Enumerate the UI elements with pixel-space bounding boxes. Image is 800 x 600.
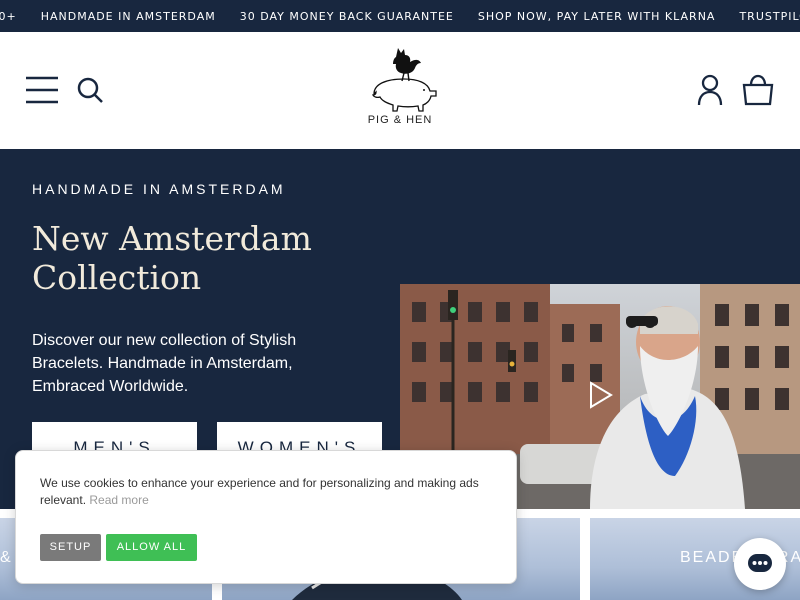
- hero-title: New Amsterdam Collection: [32, 219, 312, 297]
- cart-button[interactable]: [738, 70, 778, 110]
- search-button[interactable]: [72, 72, 108, 108]
- menu-icon: [26, 76, 58, 104]
- announcement-bar: S £40+ HANDMADE IN AMSTERDAM 30 DAY MONE…: [0, 0, 800, 32]
- cookie-setup-button[interactable]: SETUP: [40, 534, 101, 561]
- announcement-item: HANDMADE IN AMSTERDAM: [40, 9, 216, 23]
- chat-icon: [748, 554, 772, 572]
- cart-icon: [742, 74, 774, 106]
- read-more-link[interactable]: Read more: [89, 493, 148, 507]
- account-button[interactable]: [692, 70, 728, 110]
- announcement-item: S £40+: [0, 9, 17, 23]
- cookie-message: We use cookies to enhance your experienc…: [40, 475, 490, 509]
- site-header: PIG & HEN: [0, 32, 800, 149]
- announcement-item: SHOP NOW, PAY LATER WITH KLARNA: [477, 9, 716, 23]
- search-icon: [77, 77, 103, 103]
- cookie-allow-all-button[interactable]: ALLOW ALL: [106, 534, 197, 561]
- announcement-item: 30 DAY MONEY BACK GUARANTEE: [239, 9, 454, 23]
- category-tile-label: &: [0, 549, 13, 566]
- announcement-track: S £40+ HANDMADE IN AMSTERDAM 30 DAY MONE…: [0, 0, 800, 32]
- cookie-banner: We use cookies to enhance your experienc…: [15, 450, 517, 584]
- chat-button[interactable]: [734, 538, 786, 590]
- site-logo[interactable]: PIG & HEN: [356, 46, 444, 136]
- account-icon: [697, 74, 723, 106]
- play-icon[interactable]: [589, 381, 613, 409]
- pig-and-hen-logo-icon: [371, 48, 437, 112]
- logo-text: PIG & HEN: [367, 114, 433, 126]
- hero-description: Discover our new collection of Stylish B…: [32, 332, 297, 395]
- hero-eyebrow: HANDMADE IN AMSTERDAM: [32, 181, 286, 197]
- announcement-item: TRUSTPILOT SCO: [739, 9, 800, 23]
- menu-button[interactable]: [22, 70, 62, 110]
